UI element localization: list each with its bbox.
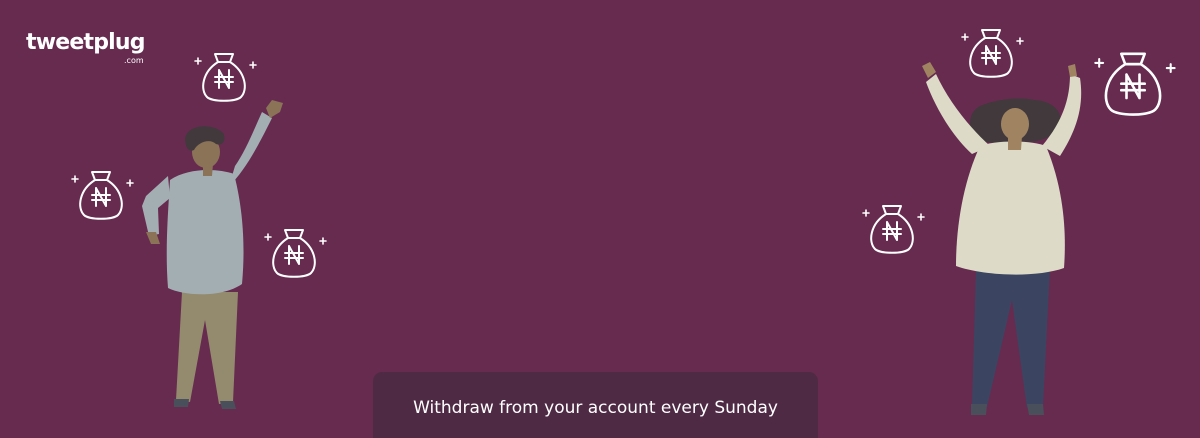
caption-panel: Withdraw from your account every Sunday bbox=[373, 372, 818, 438]
woman-illustration bbox=[922, 62, 1082, 415]
tweetplug-logo[interactable]: tweetplug .com bbox=[26, 28, 152, 70]
caption-text: Withdraw from your account every Sunday bbox=[413, 398, 778, 418]
promo-banner: tweetplug .com Withdraw from your accoun… bbox=[0, 0, 1200, 438]
logo-wordmark: tweetplug bbox=[26, 30, 146, 55]
money-bag-naira-icon bbox=[264, 229, 327, 278]
logo-domain: .com bbox=[124, 56, 144, 65]
man-illustration bbox=[142, 100, 283, 409]
money-bag-naira-icon bbox=[961, 29, 1024, 78]
money-bag-naira-icon bbox=[862, 205, 925, 254]
money-bag-naira-icon bbox=[194, 53, 257, 102]
money-bag-naira-icon bbox=[1094, 52, 1176, 116]
money-bag-naira-icon bbox=[71, 171, 134, 220]
